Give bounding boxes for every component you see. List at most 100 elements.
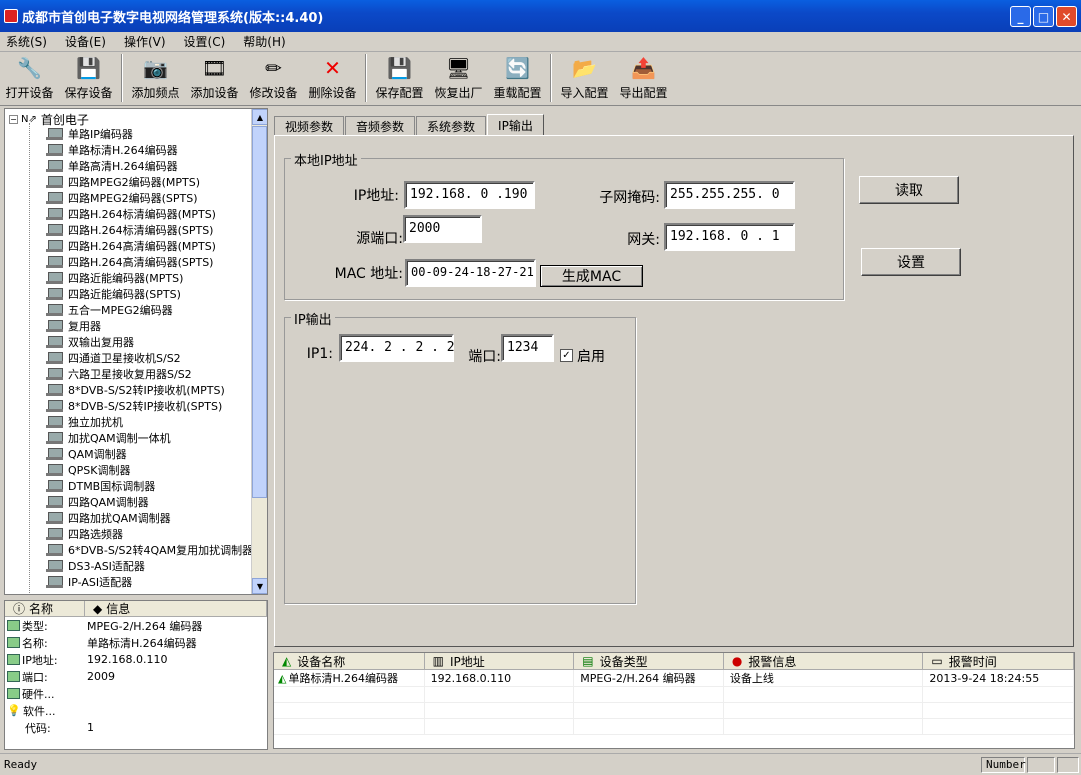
tree-item[interactable]: 单路IP编码器 [5, 126, 253, 142]
tree-item[interactable]: 六路卫星接收复用器S/S2 [5, 366, 253, 382]
tree-item[interactable]: 独立加扰机 [5, 414, 253, 430]
enable-label: 启用 [577, 349, 605, 365]
minimize-button[interactable]: _ [1010, 6, 1031, 27]
scroll-thumb[interactable] [252, 126, 267, 498]
type-header-icon: ▤ [582, 654, 594, 668]
log-header-device-name[interactable]: ◭ 设备名称 [274, 653, 425, 669]
enable-checkbox[interactable]: ✓ [560, 349, 573, 362]
reload-config-button[interactable]: 🔄 重载配置 [488, 52, 547, 104]
menu-device[interactable]: 设备(E) [65, 33, 106, 50]
menu-help[interactable]: 帮助(H) [243, 33, 285, 50]
device-icon [46, 448, 64, 460]
log-header-ip[interactable]: ▥ IP地址 [425, 653, 575, 669]
tree-item[interactable]: IP-ASI适配器 [5, 574, 253, 590]
menu-settings[interactable]: 设置(C) [184, 33, 226, 50]
gateway-input[interactable]: 192.168. 0 . 1 [664, 223, 795, 251]
ip-icon [7, 654, 20, 665]
tree-item[interactable]: QAM调制器 [5, 446, 253, 462]
info-header-info[interactable]: ◆ 信息 [85, 601, 267, 616]
ip-address-input[interactable]: 192.168. 0 .190 [404, 181, 535, 209]
save-config-button[interactable]: 💾 保存配置 [370, 52, 429, 104]
device-tree[interactable]: − N⇗ 首创电子 单路IP编码器 单路标清H.264编码器 单路高清H.264… [4, 108, 268, 595]
tree-item[interactable]: 8*DVB-S/S2转IP接收机(SPTS) [5, 398, 253, 414]
read-button[interactable]: 读取 [859, 176, 959, 204]
log-header-type[interactable]: ▤ 设备类型 [574, 653, 724, 669]
maximize-button[interactable]: □ [1033, 6, 1054, 27]
tree-item[interactable]: 加扰QAM调制一体机 [5, 430, 253, 446]
tab-ip-output[interactable]: IP输出 [487, 114, 544, 136]
tree-list: 单路IP编码器 单路标清H.264编码器 单路高清H.264编码器 四路MPEG… [5, 126, 253, 590]
tree-item[interactable]: 四路H.264高清编码器(MPTS) [5, 238, 253, 254]
tree-scrollbar[interactable]: ▲ ▼ [251, 109, 267, 594]
tree-item[interactable]: DTMB国标调制器 [5, 478, 253, 494]
tree-item[interactable]: 复用器 [5, 318, 253, 334]
tree-item[interactable]: 五合一MPEG2编码器 [5, 302, 253, 318]
tree-item[interactable]: 四路H.264标清编码器(MPTS) [5, 206, 253, 222]
tree-item[interactable]: 四路近能编码器(SPTS) [5, 286, 253, 302]
scroll-up-icon[interactable]: ▲ [252, 109, 267, 125]
device-icon [46, 560, 64, 572]
add-device-button[interactable]: 🎞 添加设备 [185, 52, 244, 104]
toolbar: 🔧 打开设备 💾 保存设备 📷 添加频点 🎞 添加设备 ✏ 修改设备 ✕ 删除设备 💾 保存配… [0, 52, 1081, 106]
hardware-icon [7, 688, 20, 699]
name-icon: ⓘ [13, 602, 26, 616]
edit-device-button[interactable]: ✏ 修改设备 [244, 52, 303, 104]
close-button[interactable]: ✕ [1056, 6, 1077, 27]
resize-grip[interactable] [1057, 756, 1079, 773]
add-frequency-button[interactable]: 📷 添加频点 [126, 52, 185, 104]
export-config-button[interactable]: 📤 导出配置 [614, 52, 673, 104]
device-icon [46, 400, 64, 412]
tree-item[interactable]: DS3-ASI适配器 [5, 558, 253, 574]
tree-item[interactable]: 四路MPEG2编码器(MPTS) [5, 174, 253, 190]
status-cell [1027, 756, 1055, 773]
tree-item[interactable]: 6*DVB-S/S2转4QAM复用加扰调制器 [5, 542, 253, 558]
log-header-time[interactable]: ▭ 报警时间 [923, 653, 1074, 669]
device-icon [46, 544, 64, 556]
tree-item[interactable]: 四路选频器 [5, 526, 253, 542]
tree-item[interactable]: 8*DVB-S/S2转IP接收机(MPTS) [5, 382, 253, 398]
collapse-icon[interactable]: − [9, 115, 18, 124]
subnet-mask-input[interactable]: 255.255.255. 0 [664, 181, 795, 209]
tree-item[interactable]: 四路H.264高清编码器(SPTS) [5, 254, 253, 270]
info-row: IP地址: 192.168.0.110 [5, 651, 267, 668]
log-row[interactable]: ◭ 单路标清H.264编码器 192.168.0.110 MPEG-2/H.264… [274, 670, 1074, 687]
edit-device-icon: ✏ [265, 56, 282, 80]
factory-reset-button[interactable]: 🖥 恢复出厂 [429, 52, 488, 104]
ip-output-group: IP输出 IP1: 224. 2 . 2 . 2 端口: 1234 ✓ 启用 [284, 309, 636, 604]
device-icon [46, 224, 64, 236]
out-port-input[interactable]: 1234 [501, 334, 554, 362]
tree-item[interactable]: 单路标清H.264编码器 [5, 142, 253, 158]
delete-device-button[interactable]: ✕ 删除设备 [303, 52, 362, 104]
generate-mac-button[interactable]: 生成MAC [540, 265, 643, 287]
tree-item[interactable]: 四路QAM调制器 [5, 494, 253, 510]
ip1-input[interactable]: 224. 2 . 2 . 2 [339, 334, 455, 362]
menu-operate[interactable]: 操作(V) [124, 33, 166, 50]
tree-item[interactable]: 四路H.264标清编码器(SPTS) [5, 222, 253, 238]
export-config-icon: 📤 [631, 56, 656, 80]
tree-item[interactable]: 四路MPEG2编码器(SPTS) [5, 190, 253, 206]
tree-item[interactable]: QPSK调制器 [5, 462, 253, 478]
mac-address-input[interactable]: 00-09-24-18-27-21 [405, 259, 536, 287]
device-icon [46, 464, 64, 476]
tree-item[interactable]: 四通道卫星接收机S/S2 [5, 350, 253, 366]
toolbar-separator [121, 54, 123, 102]
open-device-button[interactable]: 🔧 打开设备 [0, 52, 59, 104]
log-header-alarm[interactable]: ● 报警信息 [724, 653, 924, 669]
save-device-button[interactable]: 💾 保存设备 [59, 52, 118, 104]
tab-audio-params[interactable]: 音频参数 [345, 116, 416, 136]
source-port-input[interactable]: 2000 [403, 215, 482, 243]
title-bar: 成都市首创电子数字电视网络管理系统(版本::4.40) _ □ ✕ [0, 0, 1081, 32]
tab-video-params[interactable]: 视频参数 [274, 116, 345, 136]
tab-system-params[interactable]: 系统参数 [416, 116, 487, 136]
tree-item[interactable]: 四路加扰QAM调制器 [5, 510, 253, 526]
time-icon: ▭ [931, 654, 943, 668]
tree-item[interactable]: 四路近能编码器(MPTS) [5, 270, 253, 286]
scroll-down-icon[interactable]: ▼ [252, 578, 267, 594]
menu-system[interactable]: 系统(S) [6, 33, 47, 50]
set-button[interactable]: 设置 [861, 248, 961, 276]
device-icon [46, 304, 64, 316]
tree-item[interactable]: 双输出复用器 [5, 334, 253, 350]
import-config-button[interactable]: 📂 导入配置 [555, 52, 614, 104]
info-header-name[interactable]: ⓘ 名称 [5, 601, 85, 616]
tree-item[interactable]: 单路高清H.264编码器 [5, 158, 253, 174]
